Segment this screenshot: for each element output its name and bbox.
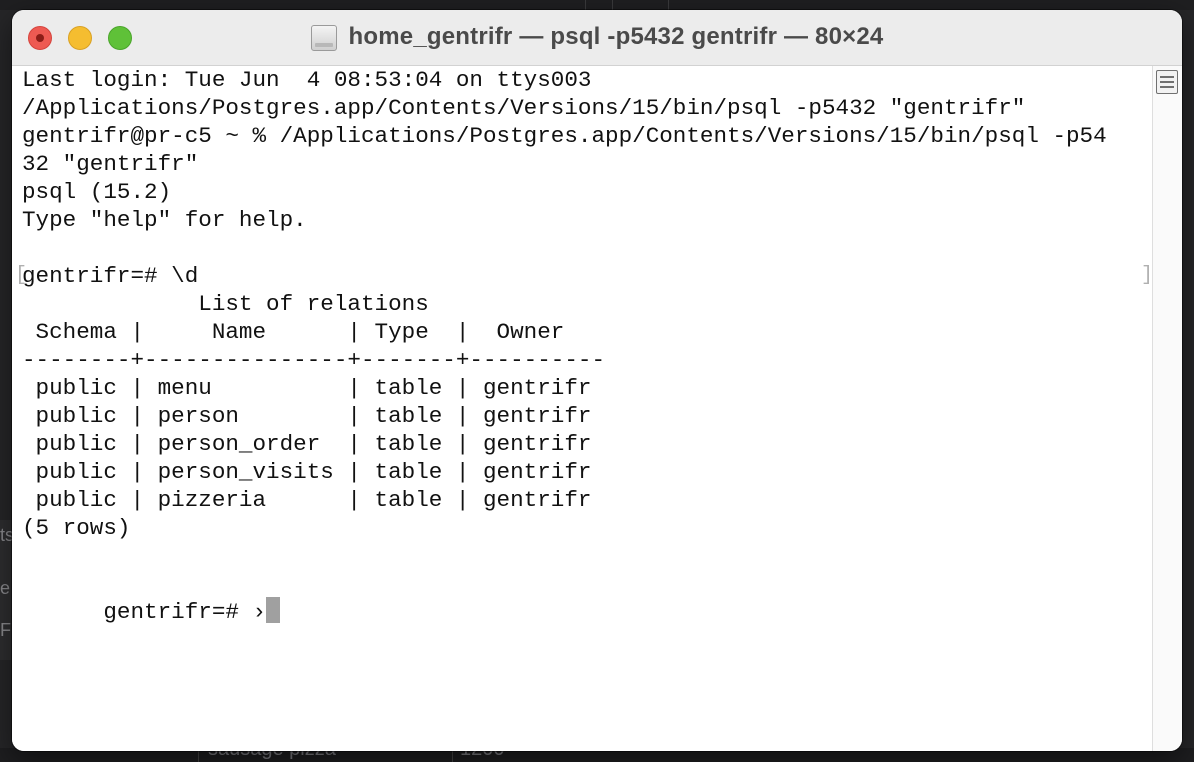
scrollbar[interactable] (1152, 66, 1182, 751)
terminal-window: home_gentrifr — psql -p5432 gentrifr — 8… (12, 10, 1182, 751)
split-pane-icon[interactable] (1156, 70, 1178, 94)
terminal-line: psql (15.2) (22, 179, 172, 205)
terminal-line: --------+---------------+-------+-------… (22, 347, 606, 373)
terminal-prompt-line[interactable]: gentrifr=# › (22, 570, 281, 625)
terminal-line: Schema | Name | Type | Owner (22, 319, 565, 345)
terminal-line: public | person_visits | table | gentrif… (22, 459, 592, 485)
terminal-line: Last login: Tue Jun 4 08:53:04 on ttys00… (22, 67, 592, 93)
terminal-output[interactable]: Last login: Tue Jun 4 08:53:04 on ttys00… (12, 66, 1153, 751)
background-left-text: ts (0, 525, 12, 545)
window-title: home_gentrifr — psql -p5432 gentrifr — 8… (12, 22, 1182, 52)
terminal-line: gentrifr@pr-c5 ~ % /Applications/Postgre… (22, 123, 1107, 149)
split-pane-icon-bar (1160, 76, 1174, 78)
split-pane-icon-bar (1160, 86, 1174, 88)
window-title-text: home_gentrifr — psql -p5432 gentrifr — 8… (348, 23, 884, 50)
terminal-line: public | menu | table | gentrifr (22, 375, 592, 401)
disk-icon (310, 25, 337, 51)
split-pane-icon-bar (1160, 81, 1174, 83)
terminal-line: public | pizzeria | table | gentrifr (22, 487, 592, 513)
text-cursor (266, 597, 281, 624)
terminal-line: public | person_order | table | gentrifr (22, 431, 592, 457)
terminal-line: public | person | table | gentrifr (22, 403, 592, 429)
title-bar[interactable]: home_gentrifr — psql -p5432 gentrifr — 8… (12, 10, 1182, 66)
terminal-line: List of relations (22, 291, 429, 317)
terminal-prompt: gentrifr=# › (103, 599, 267, 625)
terminal-line: 32 "gentrifr" (22, 151, 199, 177)
background-left-text: F (0, 620, 11, 640)
terminal-line: Type "help" for help. (22, 207, 307, 233)
terminal-line: gentrifr=# \d (22, 263, 199, 289)
background-left-text: e (0, 578, 11, 598)
background-top-strip (0, 0, 1194, 10)
terminal-line: /Applications/Postgres.app/Contents/Vers… (22, 95, 1026, 121)
terminal-line: (5 rows) (22, 515, 131, 541)
